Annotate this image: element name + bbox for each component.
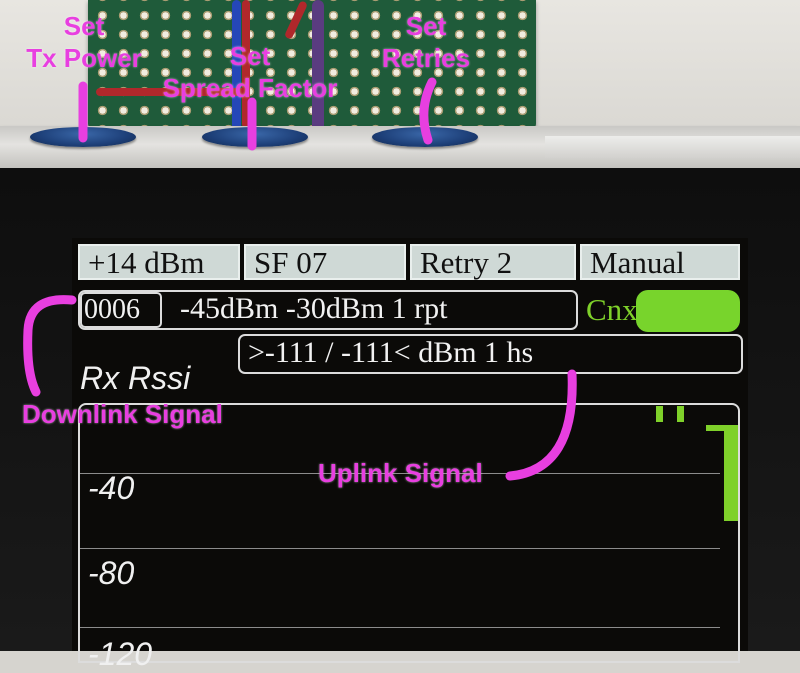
annotation-downlink: Downlink Signal [22,399,223,429]
spread-factor-button[interactable] [202,127,308,147]
annotation-line: Set [63,11,105,41]
rssi-bar [724,425,738,521]
annotation-line: Tx Power [26,43,142,73]
annotation-retries: Set Retries [368,10,484,74]
rssi-bar [677,406,684,422]
rssi-plot [78,403,740,663]
retry-tab: Retry 2 [410,244,576,280]
enclosure-edge-highlight [545,136,800,158]
annotation-uplink: Uplink Signal [318,458,483,488]
tx-power-button[interactable] [30,127,136,147]
annotation-spread-factor: Set Spread Factor [150,40,350,104]
y-tick-label: -120 [88,636,153,672]
mode-tab: Manual [580,244,740,280]
annotation-line: Retries [381,43,471,73]
annotation-line: Set [229,41,271,71]
tx-power-tab: +14 dBm [78,244,240,280]
y-tick-label: -80 [88,555,135,591]
rssi-bar [706,425,726,431]
gridline [80,627,720,628]
packet-counter: 0006 [80,292,162,328]
retries-button[interactable] [372,127,478,147]
uplink-readout: >-111 / -111< dBm 1 hs [248,336,534,369]
spread-factor-tab: SF 07 [244,244,406,280]
annotation-line: Set [405,11,447,41]
annotation-line: Spread Factor [162,73,338,103]
annotation-tx-power: Set Tx Power [14,10,154,74]
y-tick-label: -40 [88,470,135,506]
downlink-readout: -45dBm -30dBm 1 rpt [180,292,448,325]
connection-label: Cnx [586,292,638,327]
rssi-bar [656,406,663,422]
connection-indicator [636,290,740,332]
gridline [80,548,720,549]
rx-rssi-label: Rx Rssi [80,360,191,396]
